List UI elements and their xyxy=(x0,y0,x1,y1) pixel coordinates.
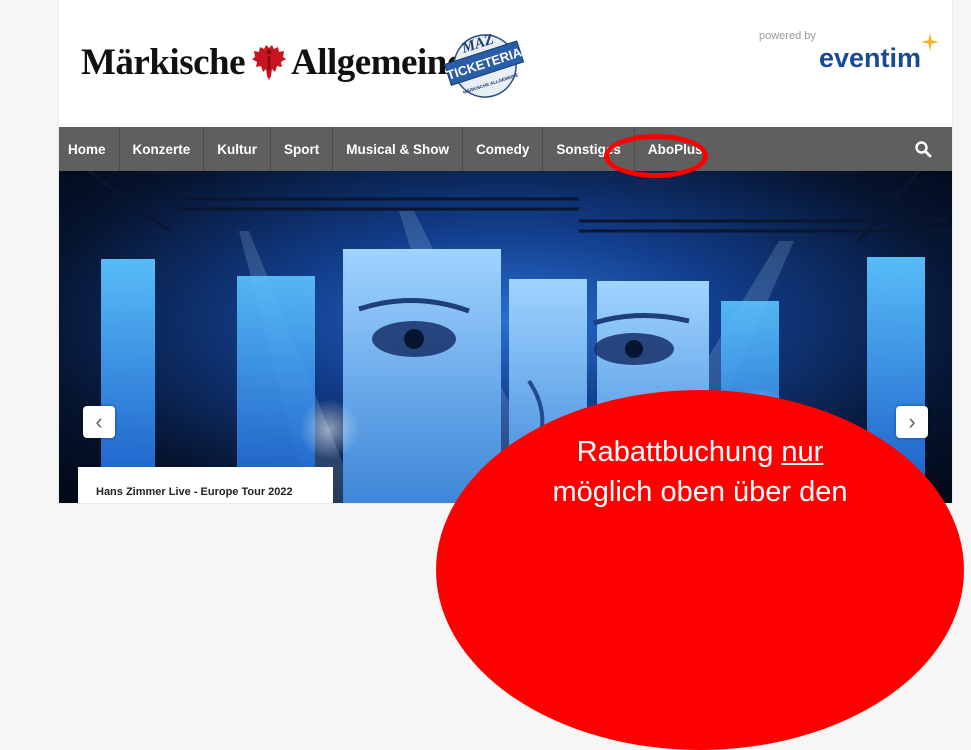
annotation-line-1: Rabattbuchung nur xyxy=(576,436,824,468)
search-icon[interactable] xyxy=(914,140,932,158)
sparkle-icon xyxy=(921,33,939,51)
annotation-line-2: möglich oben über den xyxy=(552,476,848,508)
annotation-text: Rabattbuchung nur möglich oben über den xyxy=(436,432,964,512)
main-navigation: Home Konzerte Kultur Sport Musical & Sho… xyxy=(59,127,952,171)
nav-item-kultur[interactable]: Kultur xyxy=(204,127,272,171)
nav-item-comedy[interactable]: Comedy xyxy=(463,127,544,171)
slider-prev-button[interactable]: ‹ xyxy=(83,406,115,438)
site-logo[interactable]: Märkische Allgemeine xyxy=(81,37,463,87)
eventim-logo[interactable]: eventim xyxy=(819,43,921,74)
nav-item-sonstiges[interactable]: Sonstiges xyxy=(543,127,635,171)
annotation-emphasis: nur xyxy=(781,436,824,468)
maz-ticketeria-logo[interactable]: MAZ TICKETERIA MÄRKISCHE ALLGEMEINE xyxy=(431,22,539,110)
nav-item-aboplus[interactable]: AboPlus xyxy=(635,127,716,171)
nav-item-musical-show[interactable]: Musical & Show xyxy=(333,127,464,171)
nav-item-konzerte[interactable]: Konzerte xyxy=(120,127,205,171)
nav-item-sport[interactable]: Sport xyxy=(271,127,334,171)
slide-caption[interactable]: Hans Zimmer Live - Europe Tour 2022 xyxy=(78,467,333,503)
site-header: Märkische Allgemeine MAZ TICKETERIA MÄRK… xyxy=(59,0,952,127)
eagle-emblem-icon xyxy=(252,45,287,80)
brand-name-part1: Märkische xyxy=(81,41,246,83)
nav-item-home[interactable]: Home xyxy=(59,127,120,171)
powered-by-label: powered by xyxy=(759,30,816,42)
